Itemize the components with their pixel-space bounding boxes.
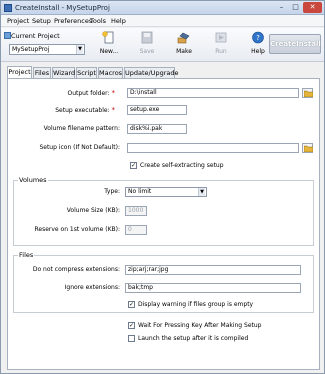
folder-icon	[304, 90, 313, 97]
new-button[interactable]: New...	[98, 31, 120, 60]
empty-group-warning-label: Display warning if files group is empty	[138, 301, 254, 308]
browse-output-folder-button[interactable]	[302, 88, 313, 98]
run-icon	[215, 32, 227, 43]
chevron-down-icon: ▼	[76, 45, 83, 54]
no-compress-field[interactable]: zip;arj;rar;jpg	[125, 265, 301, 275]
menu-project[interactable]: Project	[7, 17, 29, 25]
setup-executable-text: Setup executable:	[55, 107, 110, 114]
required-marker: *	[111, 89, 116, 97]
menu-preferences[interactable]: Preferences	[54, 17, 92, 25]
help-label: Help	[251, 48, 265, 55]
toolbar: Current Project MySetupProj ▼ New... Sav…	[1, 28, 324, 62]
new-label: New...	[99, 48, 119, 55]
empty-group-warning-checkbox[interactable]: ✓	[128, 301, 135, 308]
self-extracting-checkbox[interactable]: ✓	[130, 162, 137, 169]
output-folder-field[interactable]: D:\install	[127, 88, 299, 98]
run-button[interactable]: Run	[210, 31, 232, 60]
volume-size-label: Volume Size (KB):	[66, 207, 120, 214]
volume-pattern-label: Volume filename pattern:	[43, 125, 120, 132]
tab-wizard[interactable]: Wizard	[52, 67, 75, 78]
volumes-title: Volumes	[18, 176, 48, 184]
current-project-select[interactable]: MySetupProj ▼	[9, 44, 85, 55]
output-folder-label: Output folder: *	[8, 89, 115, 97]
setup-icon-label: Setup icon (If Not Default):	[39, 144, 120, 151]
make-label: Make	[176, 48, 192, 55]
folder-icon	[304, 145, 313, 152]
help-button[interactable]: ? Help	[247, 31, 269, 60]
setup-executable-field[interactable]: setup.exe	[127, 105, 187, 115]
launch-setup-checkbox[interactable]	[128, 335, 135, 342]
current-project-label: Current Project	[11, 32, 60, 40]
volume-size-field[interactable]: 1000	[125, 206, 147, 216]
close-button[interactable]: ✕	[303, 2, 322, 13]
volume-type-label: Type:	[104, 188, 120, 195]
maximize-button[interactable]: □	[289, 2, 302, 13]
volume-pattern-field[interactable]: disk%i.pak	[127, 124, 187, 134]
menu-tools[interactable]: Tools	[90, 17, 106, 25]
files-title: Files	[18, 251, 35, 259]
menu-bar: Project Setup Preferences Tools Help	[1, 15, 324, 27]
main-window: CreateInstall - MySetupProj – □ ✕ Projec…	[0, 0, 325, 374]
menu-setup[interactable]: Setup	[32, 17, 51, 25]
save-icon	[141, 31, 153, 44]
current-project-value: MySetupProj	[12, 46, 50, 53]
new-project-icon	[102, 31, 114, 44]
minimize-button[interactable]: –	[275, 2, 288, 13]
window-title: CreateInstall - MySetupProj	[15, 4, 110, 12]
volume-type-select[interactable]: No limit ▼	[125, 187, 207, 197]
save-button[interactable]: Save	[136, 31, 158, 60]
output-folder-text: Output folder:	[67, 90, 110, 97]
tab-script[interactable]: Script	[76, 67, 97, 78]
self-extracting-label: Create self-extracting setup	[140, 162, 224, 169]
wait-key-label: Wait For Pressing Key After Making Setup	[138, 322, 262, 329]
tab-project[interactable]: Project	[7, 66, 32, 78]
browse-setup-icon-button[interactable]	[302, 143, 313, 153]
svg-text:?: ?	[256, 34, 260, 42]
title-bar[interactable]: CreateInstall - MySetupProj – □ ✕	[1, 1, 324, 15]
volume-type-value: No limit	[128, 188, 152, 195]
no-compress-label: Do not compress extensions:	[32, 266, 120, 273]
save-label: Save	[139, 48, 155, 55]
setup-executable-label: Setup executable: *	[8, 106, 115, 114]
ignore-label: Ignore extensions:	[64, 284, 120, 291]
make-button[interactable]: Make	[173, 31, 195, 60]
reserve-field[interactable]: 0	[125, 225, 147, 235]
make-icon	[177, 32, 190, 44]
setup-icon-field[interactable]	[127, 143, 299, 153]
app-icon	[4, 4, 12, 12]
help-icon: ?	[252, 31, 264, 44]
wait-key-checkbox[interactable]: ✓	[128, 322, 135, 329]
required-marker: *	[111, 106, 116, 114]
ignore-field[interactable]: bak;tmp	[125, 283, 301, 293]
project-icon	[4, 32, 11, 39]
createinstall-button[interactable]: CreateInstall	[269, 34, 321, 54]
tab-macros[interactable]: Macros	[98, 67, 123, 78]
menu-help[interactable]: Help	[111, 17, 126, 25]
tab-update-upgrade[interactable]: Update/Upgrade	[124, 67, 179, 78]
reserve-label: Reserve on 1st volume (KB):	[34, 226, 121, 233]
project-panel: Output folder: * D:\install Setup execut…	[7, 78, 320, 370]
chevron-down-icon: ▼	[198, 188, 205, 196]
tab-files[interactable]: Files	[33, 67, 51, 78]
run-label: Run	[215, 48, 227, 55]
launch-setup-label: Launch the setup after it is compiled	[138, 335, 249, 342]
